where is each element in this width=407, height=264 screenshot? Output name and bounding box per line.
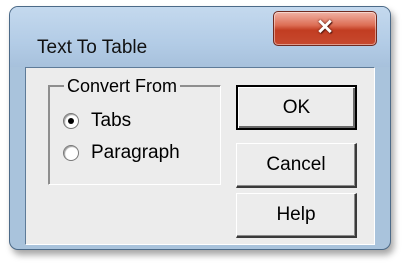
group-label: Convert From <box>64 76 181 96</box>
dialog-body: Convert From Tabs Paragraph OK Cancel He… <box>25 67 375 245</box>
ok-button[interactable]: OK <box>236 85 357 130</box>
radio-button-icon[interactable] <box>63 145 79 161</box>
cancel-button[interactable]: Cancel <box>236 143 357 188</box>
dialog-title: Text To Table <box>37 37 148 58</box>
convert-from-group: Convert From Tabs Paragraph <box>48 76 221 185</box>
radio-paragraph-label[interactable]: Paragraph <box>91 141 180 165</box>
title-bar[interactable]: Text To Table ✕ <box>10 7 390 67</box>
close-icon: ✕ <box>316 16 334 39</box>
radio-tabs-label[interactable]: Tabs <box>91 109 131 133</box>
radio-selected-dot <box>68 118 74 124</box>
help-button[interactable]: Help <box>236 193 357 238</box>
radio-button-icon[interactable] <box>63 113 79 129</box>
text-to-table-dialog: Text To Table ✕ Convert From Tabs Paragr… <box>9 6 391 250</box>
close-button[interactable]: ✕ <box>273 11 377 46</box>
